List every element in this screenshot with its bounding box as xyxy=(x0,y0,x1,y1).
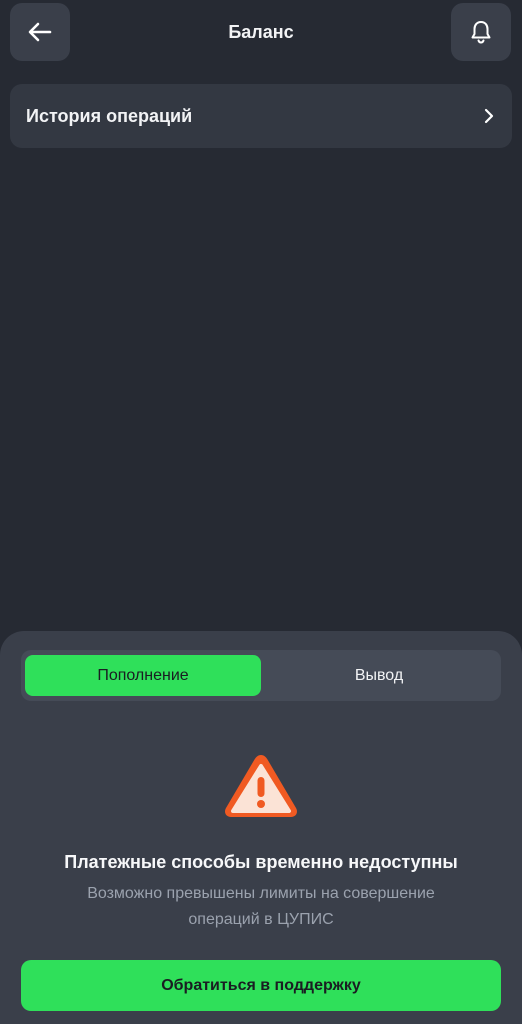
notifications-button[interactable] xyxy=(451,3,511,61)
notice-text-line: Возможно превышены лимиты на совершение xyxy=(87,885,435,902)
chevron-right-icon xyxy=(482,108,496,124)
contact-support-button[interactable]: Обратиться в поддержку xyxy=(21,960,501,1011)
app-header: Баланс xyxy=(0,0,522,70)
page-title: Баланс xyxy=(228,22,294,42)
notice-text-line: операций в ЦУПИС xyxy=(188,911,334,928)
tab-withdraw[interactable]: Вывод xyxy=(261,655,497,696)
notice-description: Возможно превышены лимиты на совершение … xyxy=(40,881,482,933)
notice-title: Платежные способы временно недоступны xyxy=(64,852,458,872)
tab-deposit[interactable]: Пополнение xyxy=(25,655,261,696)
deposit-withdraw-toggle: Пополнение Вывод xyxy=(21,650,501,701)
operations-history-row[interactable]: История операций xyxy=(10,84,512,148)
payment-bottom-sheet: Пополнение Вывод Платежные способы време… xyxy=(0,631,522,1024)
bell-icon xyxy=(471,21,491,44)
warning-triangle-icon xyxy=(225,755,297,817)
operations-history-label: История операций xyxy=(26,105,193,126)
